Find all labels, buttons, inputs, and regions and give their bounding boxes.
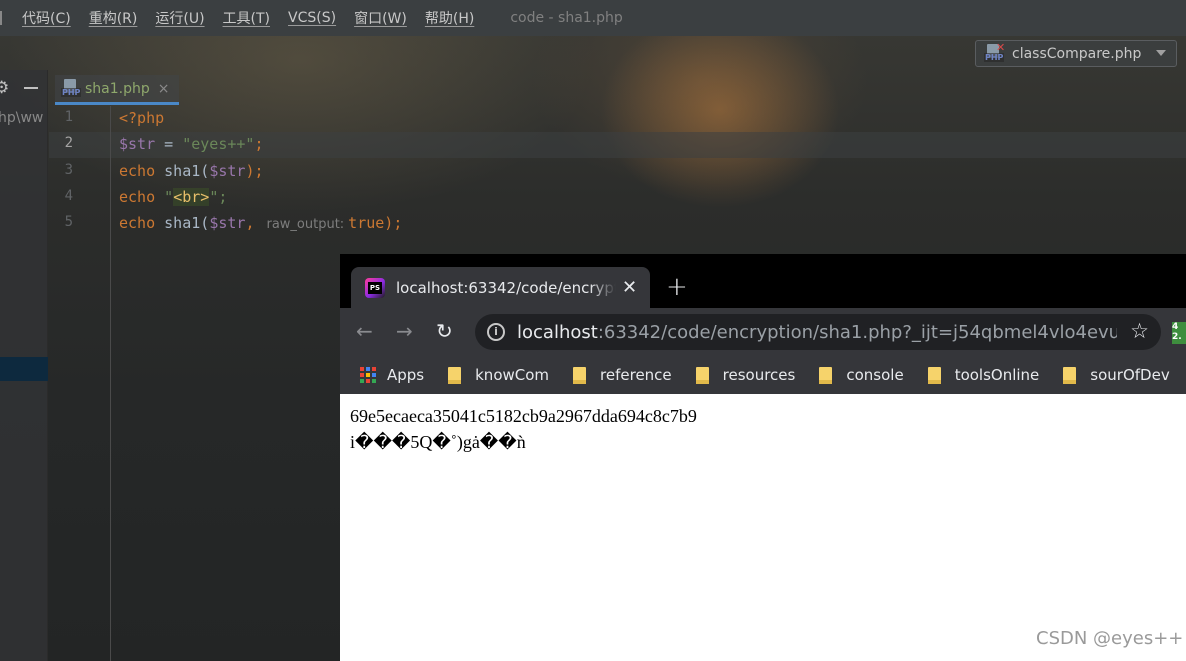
bookmark-console[interactable]: console [795, 366, 903, 384]
browser-tab-title: localhost:63342/code/encryption/sha1.php [396, 279, 616, 297]
bookmark-reference[interactable]: reference [549, 366, 672, 384]
menubar-edge [0, 11, 10, 25]
browser-window: PS localhost:63342/code/encryption/sha1.… [340, 254, 1186, 661]
apps-grid-icon[interactable] [360, 367, 376, 383]
bookmark-knowcom[interactable]: knowCom [424, 366, 549, 384]
sha1-hex-output: 69e5ecaeca35041c5182cb9a2967dda694c8c7b9 [350, 406, 697, 427]
line-number: 1 [49, 109, 73, 125]
run-config-label: classCompare.php [1012, 46, 1141, 62]
folder-icon [573, 367, 586, 384]
menu-code[interactable]: 代码(C) [22, 8, 71, 28]
code-variable: $str [209, 214, 245, 232]
code-function: sha1( [155, 214, 209, 232]
page-content: 69e5ecaeca35041c5182cb9a2967dda694c8c7b9… [340, 394, 1186, 661]
php-file-icon: PHP [61, 79, 81, 99]
line-number-current: 2 [49, 135, 73, 151]
folder-icon [1063, 367, 1076, 384]
url-host: localhost [517, 322, 598, 343]
bookmark-star-icon[interactable]: ☆ [1130, 319, 1149, 343]
browser-tabstrip: PS localhost:63342/code/encryption/sha1.… [340, 254, 1186, 308]
parameter-hint: raw_output: [266, 217, 344, 232]
run-config-selector[interactable]: PHP ✕ classCompare.php [975, 40, 1177, 67]
back-arrow-icon[interactable]: ← [356, 319, 373, 343]
line-number-gutter: 1 2 3 4 5 [49, 106, 111, 661]
bookmark-resources[interactable]: resources [672, 366, 796, 384]
editor-tab-label: sha1.php [85, 81, 150, 97]
bookmark-overflow[interactable] [1170, 367, 1186, 384]
code-keyword: echo [119, 162, 155, 180]
collapse-icon[interactable] [24, 87, 38, 89]
close-icon[interactable]: × [158, 81, 170, 97]
code-line-4[interactable]: echo "<br>"; [119, 188, 227, 206]
editor-tab-sha1[interactable]: PHP sha1.php × [55, 75, 179, 105]
code-operator: = [155, 135, 182, 153]
code-terminator: ); [384, 214, 402, 232]
reload-icon[interactable]: ↻ [436, 319, 453, 343]
sha1-raw-output: i���5Q�˚)gȧ��ǹ [350, 432, 526, 453]
code-function: sha1( [155, 162, 209, 180]
code-string-close: "; [209, 188, 227, 206]
line-number: 4 [49, 188, 73, 204]
editor-tab-bar: PHP sha1.php × [49, 72, 1186, 106]
menu-tools[interactable]: 工具(T) [223, 8, 270, 28]
address-bar[interactable]: i localhost:63342/code/encryption/sha1.p… [475, 314, 1161, 350]
bookmark-apps[interactable]: Apps [387, 366, 424, 384]
close-icon[interactable]: ✕ [622, 277, 637, 298]
selected-tree-row[interactable] [0, 357, 48, 381]
code-line-1[interactable]: <?php [119, 109, 164, 127]
csdn-watermark: CSDN @eyes++ [1036, 628, 1183, 649]
menu-refactor[interactable]: 重构(R) [89, 8, 138, 28]
code-line-5[interactable]: echo sha1($str, raw_output: true); [119, 214, 402, 232]
menu-help[interactable]: 帮助(H) [425, 8, 474, 28]
extension-icon[interactable]: 4 2. [1172, 322, 1186, 344]
new-tab-plus-icon[interactable]: + [666, 274, 688, 300]
project-path: hp\ww [0, 110, 43, 126]
code-line-2[interactable]: $str = "eyes++"; [119, 135, 264, 153]
code-line-3[interactable]: echo sha1($str); [119, 162, 264, 180]
project-panel: ⚙ hp\ww [0, 70, 48, 661]
folder-icon [696, 367, 709, 384]
code-keyword: echo [119, 214, 155, 232]
gear-icon[interactable]: ⚙ [0, 78, 9, 98]
code-string-open: " [155, 188, 173, 206]
url-path: :63342/code/encryption/sha1.php?_ijt=j54… [598, 322, 1117, 343]
window-title: code - sha1.php [510, 10, 622, 26]
folder-icon [448, 367, 461, 384]
code-keyword: echo [119, 188, 155, 206]
line-number: 3 [49, 162, 73, 178]
code-variable: $str [209, 162, 245, 180]
phpstorm-favicon-icon: PS [365, 278, 385, 298]
bookmark-toolsonline[interactable]: toolsOnline [904, 366, 1040, 384]
folder-icon [819, 367, 832, 384]
php-file-error-icon: PHP ✕ [984, 44, 1006, 64]
menu-window[interactable]: 窗口(W) [354, 8, 407, 28]
menu-run[interactable]: 运行(U) [155, 8, 204, 28]
php-open-tag: <?php [119, 109, 164, 127]
code-comma: , [245, 214, 254, 232]
bookmark-sourofdev[interactable]: sourOfDev [1039, 366, 1169, 384]
code-terminator: ); [245, 162, 263, 180]
info-icon[interactable]: i [487, 323, 505, 341]
code-boolean: true [348, 214, 384, 232]
folder-icon [928, 367, 941, 384]
code-string: "eyes++" [182, 135, 254, 153]
menu-vcs[interactable]: VCS(S) [288, 10, 336, 26]
browser-navbar: ← → ↻ i localhost:63342/code/encryption/… [340, 308, 1186, 356]
browser-tab[interactable]: PS localhost:63342/code/encryption/sha1.… [351, 267, 650, 308]
chevron-down-icon [1156, 50, 1166, 56]
bookmarks-bar: Apps knowCom reference resources console… [340, 356, 1186, 394]
code-html-tag: <br> [173, 188, 209, 206]
url-text[interactable]: localhost:63342/code/encryption/sha1.php… [517, 322, 1117, 343]
forward-arrow-icon[interactable]: → [396, 319, 413, 343]
menubar: 代码(C) 重构(R) 运行(U) 工具(T) VCS(S) 窗口(W) 帮助(… [0, 0, 1186, 36]
code-semicolon: ; [254, 135, 263, 153]
code-variable: $str [119, 135, 155, 153]
line-number: 5 [49, 214, 73, 230]
